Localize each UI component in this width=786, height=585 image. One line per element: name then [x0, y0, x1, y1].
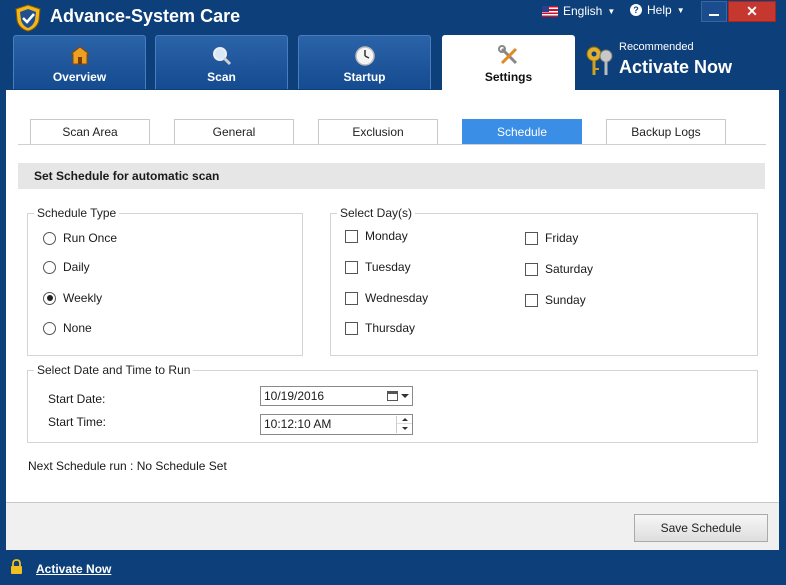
tab-startup-label: Startup [343, 70, 386, 84]
settings-content: Scan Area General Exclusion Schedule Bac… [6, 90, 779, 502]
language-label: English [563, 4, 603, 18]
tab-overview-label: Overview [52, 70, 107, 84]
checkbox [345, 229, 358, 243]
checkbox-label: Thursday [365, 321, 416, 335]
checkbox-label: Friday [545, 231, 579, 245]
checkbox [345, 291, 358, 305]
radio-label: Weekly [63, 291, 103, 305]
arrow-down-icon [401, 426, 408, 430]
tab-settings[interactable]: Settings [442, 35, 575, 91]
select-days-group: Select Day(s) Monday Tuesday Wednesday T… [330, 206, 758, 356]
radio-button [43, 260, 56, 274]
subtab-schedule[interactable]: Schedule [462, 119, 582, 144]
chevron-down-icon: ▼ [607, 6, 616, 16]
checkbox-friday[interactable]: Friday [525, 231, 578, 245]
chevron-down-icon[interactable] [401, 394, 409, 398]
radio-run-once[interactable]: Run Once [43, 231, 117, 245]
bottom-bar: Activate Now [0, 551, 786, 585]
start-time-field[interactable]: 10:12:10 AM [260, 414, 413, 435]
close-icon: ✕ [746, 3, 758, 19]
subtab-exclusion[interactable]: Exclusion [318, 119, 438, 144]
tab-scan-label: Scan [207, 70, 236, 84]
tab-overview[interactable]: Overview [13, 35, 146, 89]
activate-now-label: Activate Now [619, 57, 733, 77]
tools-icon [497, 45, 517, 65]
close-button[interactable]: ✕ [728, 1, 776, 22]
calendar-icon[interactable] [387, 391, 398, 401]
checkbox-label: Wednesday [365, 291, 429, 305]
checkbox-monday[interactable]: Monday [345, 229, 408, 243]
shield-logo-icon [15, 4, 41, 32]
magnifier-icon [212, 47, 231, 66]
spin-up-button[interactable] [397, 416, 412, 424]
chevron-down-icon: ▼ [676, 5, 685, 15]
checkbox-saturday[interactable]: Saturday [525, 262, 593, 276]
help-label: Help [647, 3, 672, 17]
radio-none[interactable]: None [43, 321, 92, 335]
activate-now-link[interactable]: Activate Now [36, 562, 111, 576]
app-window: Advance-System Care English ▼ ? Help ▼ ✕… [0, 0, 786, 585]
next-schedule-run: Next Schedule run : No Schedule Set [28, 459, 227, 473]
radio-button [43, 321, 56, 335]
section-title: Set Schedule for automatic scan [18, 163, 765, 189]
language-selector[interactable]: English ▼ [542, 3, 615, 19]
question-icon: ? [630, 4, 642, 16]
minimize-button[interactable] [701, 1, 727, 22]
spin-down-button[interactable] [397, 424, 412, 432]
time-spinner [396, 416, 412, 433]
checkbox-sunday[interactable]: Sunday [525, 293, 586, 307]
radio-daily[interactable]: Daily [43, 260, 90, 274]
checkbox-thursday[interactable]: Thursday [345, 321, 415, 335]
schedule-type-title: Schedule Type [34, 206, 120, 220]
checkbox [345, 260, 358, 274]
save-schedule-button[interactable]: Save Schedule [634, 514, 768, 542]
schedule-type-group: Schedule Type Run Once Daily Weekly None [27, 206, 303, 356]
start-time-label: Start Time: [48, 415, 107, 429]
start-time-value: 10:12:10 AM [264, 417, 332, 431]
radio-button [43, 231, 56, 245]
recommended-activate[interactable]: Recommended Activate Now [584, 40, 784, 84]
keys-icon [586, 46, 613, 75]
tab-startup[interactable]: Startup [298, 35, 431, 89]
home-icon [69, 46, 90, 65]
checkbox-label: Saturday [545, 262, 594, 276]
radio-label: Daily [63, 260, 90, 274]
radio-label: None [63, 321, 92, 335]
app-title: Advance-System Care [50, 6, 241, 26]
subtab-backup-logs[interactable]: Backup Logs [606, 119, 726, 144]
checkbox [525, 293, 538, 307]
checkbox [525, 231, 538, 245]
checkbox [525, 262, 538, 276]
checkbox [345, 321, 358, 335]
help-menu[interactable]: ? Help ▼ [630, 3, 685, 17]
title-bar: Advance-System Care English ▼ ? Help ▼ ✕ [0, 0, 786, 34]
arrow-up-icon [401, 418, 408, 421]
radio-label: Run Once [63, 231, 118, 245]
checkbox-tuesday[interactable]: Tuesday [345, 260, 411, 274]
tab-scan[interactable]: Scan [155, 35, 288, 89]
radio-button-selected [43, 291, 56, 305]
start-date-picker[interactable]: 10/19/2016 [260, 386, 413, 406]
checkbox-label: Tuesday [365, 260, 411, 274]
button-panel: Save Schedule [6, 502, 779, 550]
start-date-value: 10/19/2016 [264, 389, 325, 403]
select-days-title: Select Day(s) [337, 206, 416, 220]
recommended-label: Recommended [619, 41, 694, 53]
lock-icon [11, 559, 22, 574]
checkbox-wednesday[interactable]: Wednesday [345, 291, 428, 305]
clock-icon [354, 46, 375, 66]
us-flag-icon [542, 5, 558, 17]
minimize-icon [709, 13, 719, 16]
date-time-title: Select Date and Time to Run [34, 363, 194, 377]
subtab-general[interactable]: General [174, 119, 294, 144]
checkbox-label: Monday [365, 229, 408, 243]
subtab-scan-area[interactable]: Scan Area [30, 119, 150, 144]
tab-settings-label: Settings [484, 70, 533, 84]
radio-weekly[interactable]: Weekly [43, 291, 102, 305]
subtab-divider [18, 144, 766, 145]
checkbox-label: Sunday [545, 293, 586, 307]
start-date-label: Start Date: [48, 392, 106, 406]
